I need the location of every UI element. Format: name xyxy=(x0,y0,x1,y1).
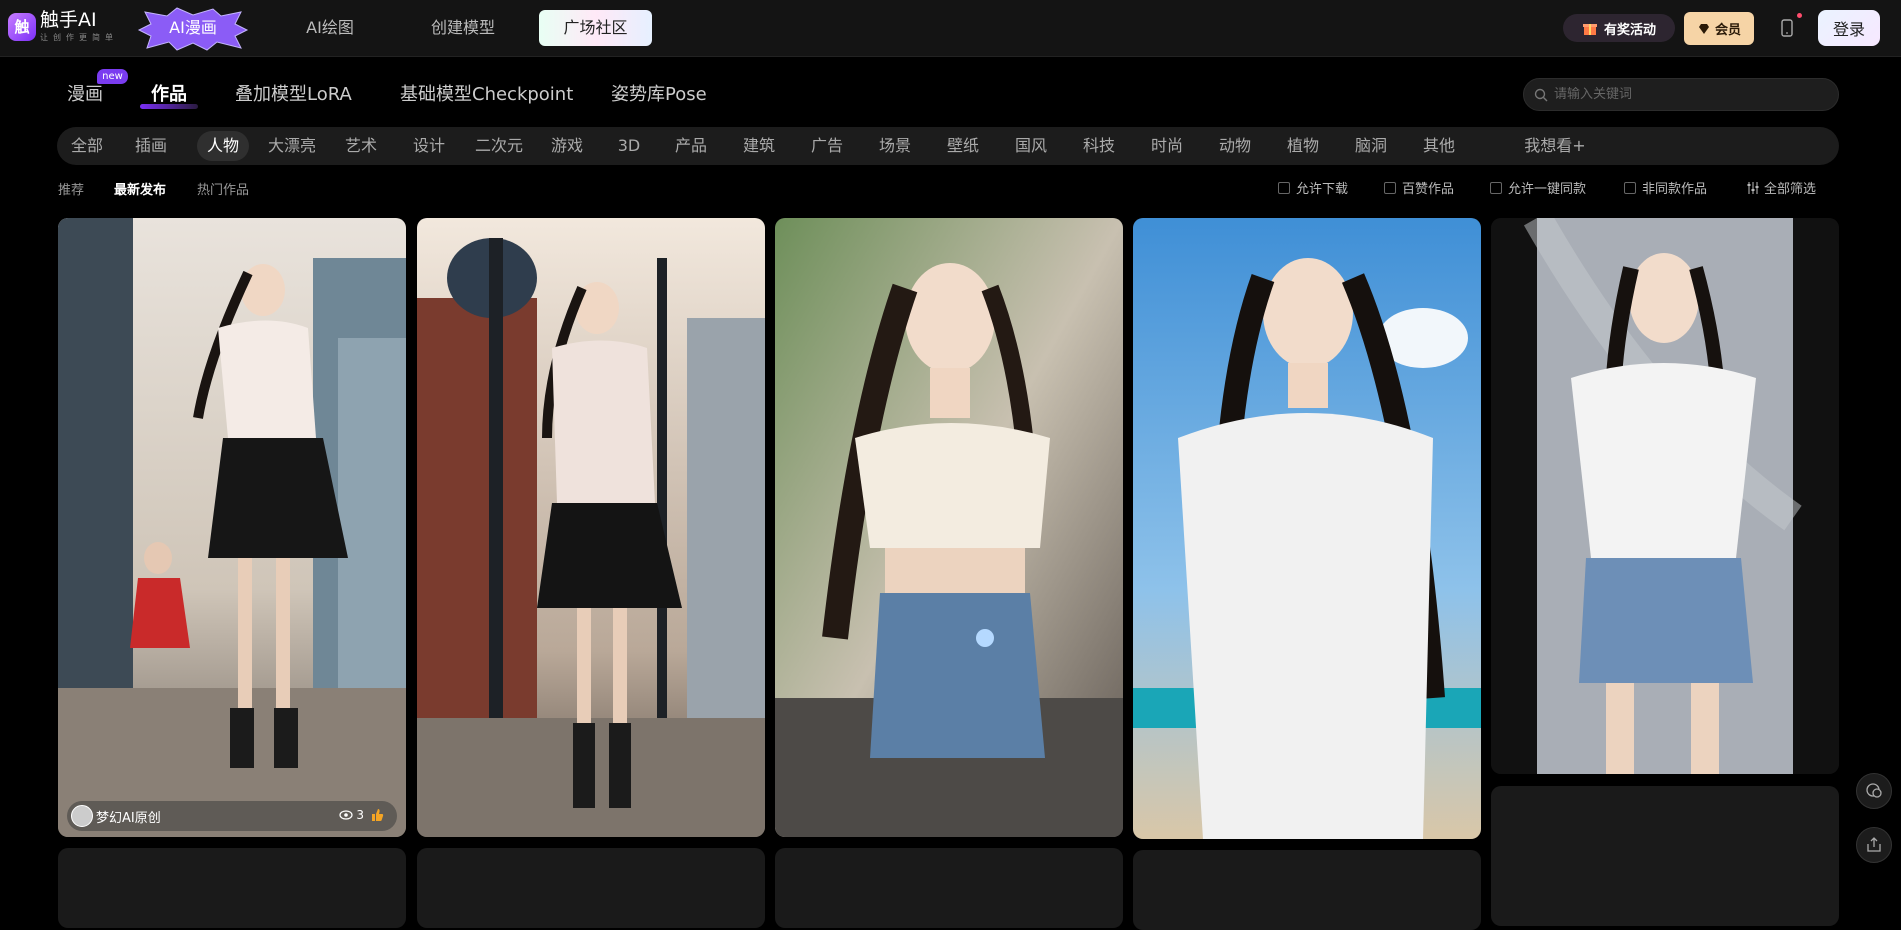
vip-button[interactable]: 会员 xyxy=(1684,12,1754,45)
tab-pose[interactable]: 姿势库Pose xyxy=(611,80,707,106)
checkbox[interactable] xyxy=(1624,181,1636,194)
eye-icon xyxy=(339,810,353,820)
share-icon xyxy=(1867,837,1881,852)
thumb-up-icon[interactable] xyxy=(370,808,384,822)
search-input[interactable] xyxy=(1554,87,1824,102)
login-button[interactable]: 登录 xyxy=(1818,10,1880,46)
author-bar: 梦幻AI原创 3 xyxy=(67,801,397,831)
sort-recommended[interactable]: 推荐 xyxy=(58,179,84,198)
category-art[interactable]: 艺术 xyxy=(339,131,383,161)
category-bar: 全部 插画 人物 大漂亮 艺术 设计 二次元 游戏 3D 产品 建筑 广告 场景… xyxy=(57,127,1839,165)
sort-latest[interactable]: 最新发布 xyxy=(114,179,166,198)
work-card[interactable]: 梦幻AI原创 3 xyxy=(58,218,406,837)
logo-title: 触手AI xyxy=(40,9,97,31)
category-3d[interactable]: 3D xyxy=(607,131,651,161)
notification-dot xyxy=(1797,13,1802,18)
artwork-image xyxy=(1491,218,1839,774)
author-name[interactable]: 梦幻AI原创 xyxy=(96,807,161,826)
work-card[interactable] xyxy=(775,218,1123,837)
mobile-icon[interactable] xyxy=(1776,17,1798,39)
category-game[interactable]: 游戏 xyxy=(545,131,589,161)
nav-ai-draw[interactable]: AI绘图 xyxy=(300,10,360,46)
checkbox[interactable] xyxy=(1490,181,1502,194)
work-card[interactable] xyxy=(417,218,765,837)
nav-community-plaza[interactable]: 广场社区 xyxy=(539,10,652,46)
category-wallpaper[interactable]: 壁纸 xyxy=(941,131,985,161)
artwork-image xyxy=(58,218,406,837)
tab-checkpoint[interactable]: 基础模型Checkpoint xyxy=(400,80,573,106)
logo-icon: 触 xyxy=(8,12,36,41)
logo-subtitle: 让创作更简单 xyxy=(40,33,118,42)
active-tab-underline xyxy=(140,104,198,109)
category-other[interactable]: 其他 xyxy=(1417,131,1461,161)
avatar[interactable] xyxy=(71,805,93,827)
category-request[interactable]: 我想看+ xyxy=(1517,131,1593,161)
new-badge: new xyxy=(97,69,128,84)
category-tech[interactable]: 科技 xyxy=(1077,131,1121,161)
category-architecture[interactable]: 建筑 xyxy=(737,131,781,161)
category-fashion[interactable]: 时尚 xyxy=(1145,131,1189,161)
category-chinese-style[interactable]: 国风 xyxy=(1009,131,1053,161)
nav-ai-comic[interactable]: AI漫画 xyxy=(137,7,249,51)
category-animal[interactable]: 动物 xyxy=(1213,131,1257,161)
nav-create-model[interactable]: 创建模型 xyxy=(428,10,498,46)
category-all[interactable]: 全部 xyxy=(59,131,115,161)
sort-popular[interactable]: 热门作品 xyxy=(197,179,249,198)
artwork-image xyxy=(775,218,1123,837)
artwork-image xyxy=(1133,218,1481,839)
search-box[interactable] xyxy=(1523,78,1839,111)
category-ad[interactable]: 广告 xyxy=(805,131,849,161)
event-button[interactable]: 有奖活动 xyxy=(1563,14,1675,42)
share-button[interactable] xyxy=(1856,827,1892,863)
filter-hundred-likes[interactable]: 百赞作品 xyxy=(1384,178,1454,197)
logo[interactable]: 触 触手AI 让创作更简单 xyxy=(8,10,118,43)
filter-allow-download[interactable]: 允许下载 xyxy=(1278,178,1348,197)
top-navigation-bar: 触 触手AI 让创作更简单 AI漫画 AI绘图 创建模型 广场社区 有奖活动 会… xyxy=(0,0,1901,57)
work-card[interactable] xyxy=(1133,218,1481,839)
search-icon xyxy=(1534,88,1548,101)
filter-non-same[interactable]: 非同款作品 xyxy=(1624,178,1707,197)
work-card[interactable] xyxy=(1491,786,1839,926)
chat-icon xyxy=(1866,783,1882,798)
category-product[interactable]: 产品 xyxy=(669,131,713,161)
filter-all-button[interactable]: 全部筛选 xyxy=(1746,178,1816,197)
view-count: 3 xyxy=(356,808,364,822)
tab-lora[interactable]: 叠加模型LoRA xyxy=(235,80,352,106)
category-people[interactable]: 人物 xyxy=(197,131,249,161)
work-card[interactable] xyxy=(417,848,765,928)
checkbox[interactable] xyxy=(1384,181,1396,194)
artwork-image xyxy=(417,218,765,837)
work-card[interactable] xyxy=(1491,218,1839,774)
diamond-icon xyxy=(1698,23,1709,34)
tab-works[interactable]: 作品 xyxy=(151,80,187,106)
filter-icon xyxy=(1747,181,1759,194)
category-beauty[interactable]: 大漂亮 xyxy=(262,131,322,161)
category-illustration[interactable]: 插画 xyxy=(125,131,177,161)
category-plant[interactable]: 植物 xyxy=(1281,131,1325,161)
feedback-button[interactable] xyxy=(1856,773,1892,809)
work-card[interactable] xyxy=(775,848,1123,928)
category-anime[interactable]: 二次元 xyxy=(469,131,529,161)
checkbox[interactable] xyxy=(1278,181,1290,194)
category-imagination[interactable]: 脑洞 xyxy=(1349,131,1393,161)
gift-icon xyxy=(1582,24,1597,35)
category-design[interactable]: 设计 xyxy=(407,131,451,161)
work-card[interactable] xyxy=(58,848,406,928)
filter-one-click-same[interactable]: 允许一键同款 xyxy=(1490,178,1586,197)
view-stats: 3 xyxy=(339,808,387,822)
category-scene[interactable]: 场景 xyxy=(873,131,917,161)
work-card[interactable] xyxy=(1133,850,1481,930)
